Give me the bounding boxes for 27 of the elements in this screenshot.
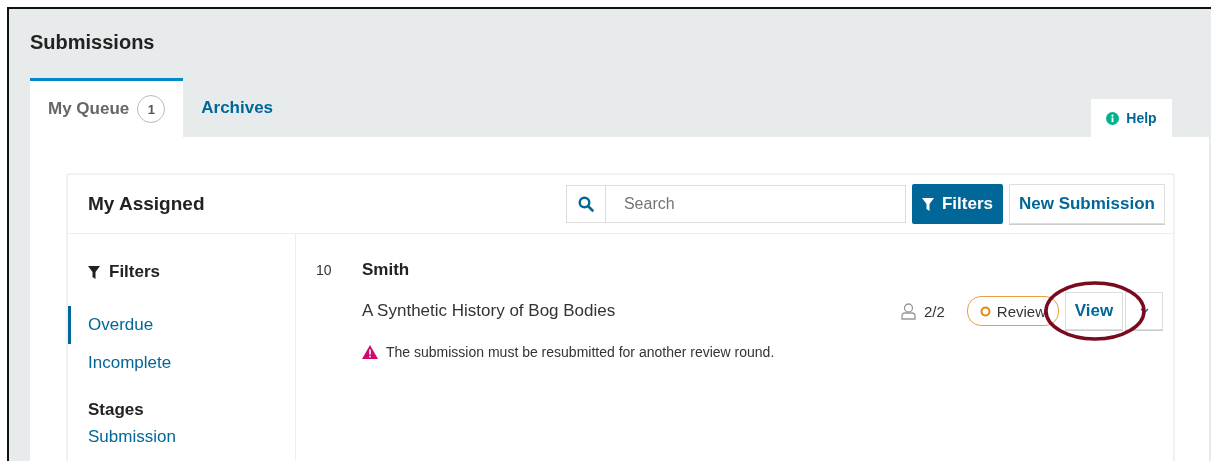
stage-badge: Review — [966, 296, 1059, 326]
new-submission-button[interactable]: New Submission — [1008, 184, 1165, 224]
tab[interactable]: My Queue 1 — [30, 78, 184, 137]
filter-link[interactable]: Overdue — [68, 306, 295, 344]
filter-link[interactable]: Submission — [68, 420, 295, 456]
view-button[interactable]: View — [1065, 292, 1123, 330]
reviewer-count: 2/2 — [923, 302, 945, 320]
notice-text: The submission must be resubmitted for another review round. — [386, 344, 775, 360]
filters-button[interactable]: Filters — [911, 184, 1003, 224]
filter-icon — [88, 265, 100, 279]
panel-title: My Assigned — [88, 193, 206, 215]
filter-link[interactable]: Incomplete — [68, 344, 295, 382]
help-tab[interactable]: Help — [1091, 99, 1172, 137]
circle-icon — [979, 305, 991, 317]
filter-icon — [921, 197, 934, 211]
filters-heading: Filters — [109, 262, 161, 282]
section-heading: Stages — [87, 399, 145, 420]
author-name: Smith — [362, 260, 410, 280]
info-icon — [1106, 111, 1120, 125]
user-icon — [900, 302, 916, 320]
search-field[interactable]: Search — [605, 185, 906, 223]
tab[interactable]: Archives — [183, 78, 292, 137]
submission-title: A Synthetic History of Bog Bodies — [362, 301, 617, 321]
submission-id: 10 — [316, 262, 333, 278]
warning-icon — [362, 345, 378, 359]
page-title: Submissions — [30, 30, 156, 55]
search-icon — [577, 196, 594, 212]
